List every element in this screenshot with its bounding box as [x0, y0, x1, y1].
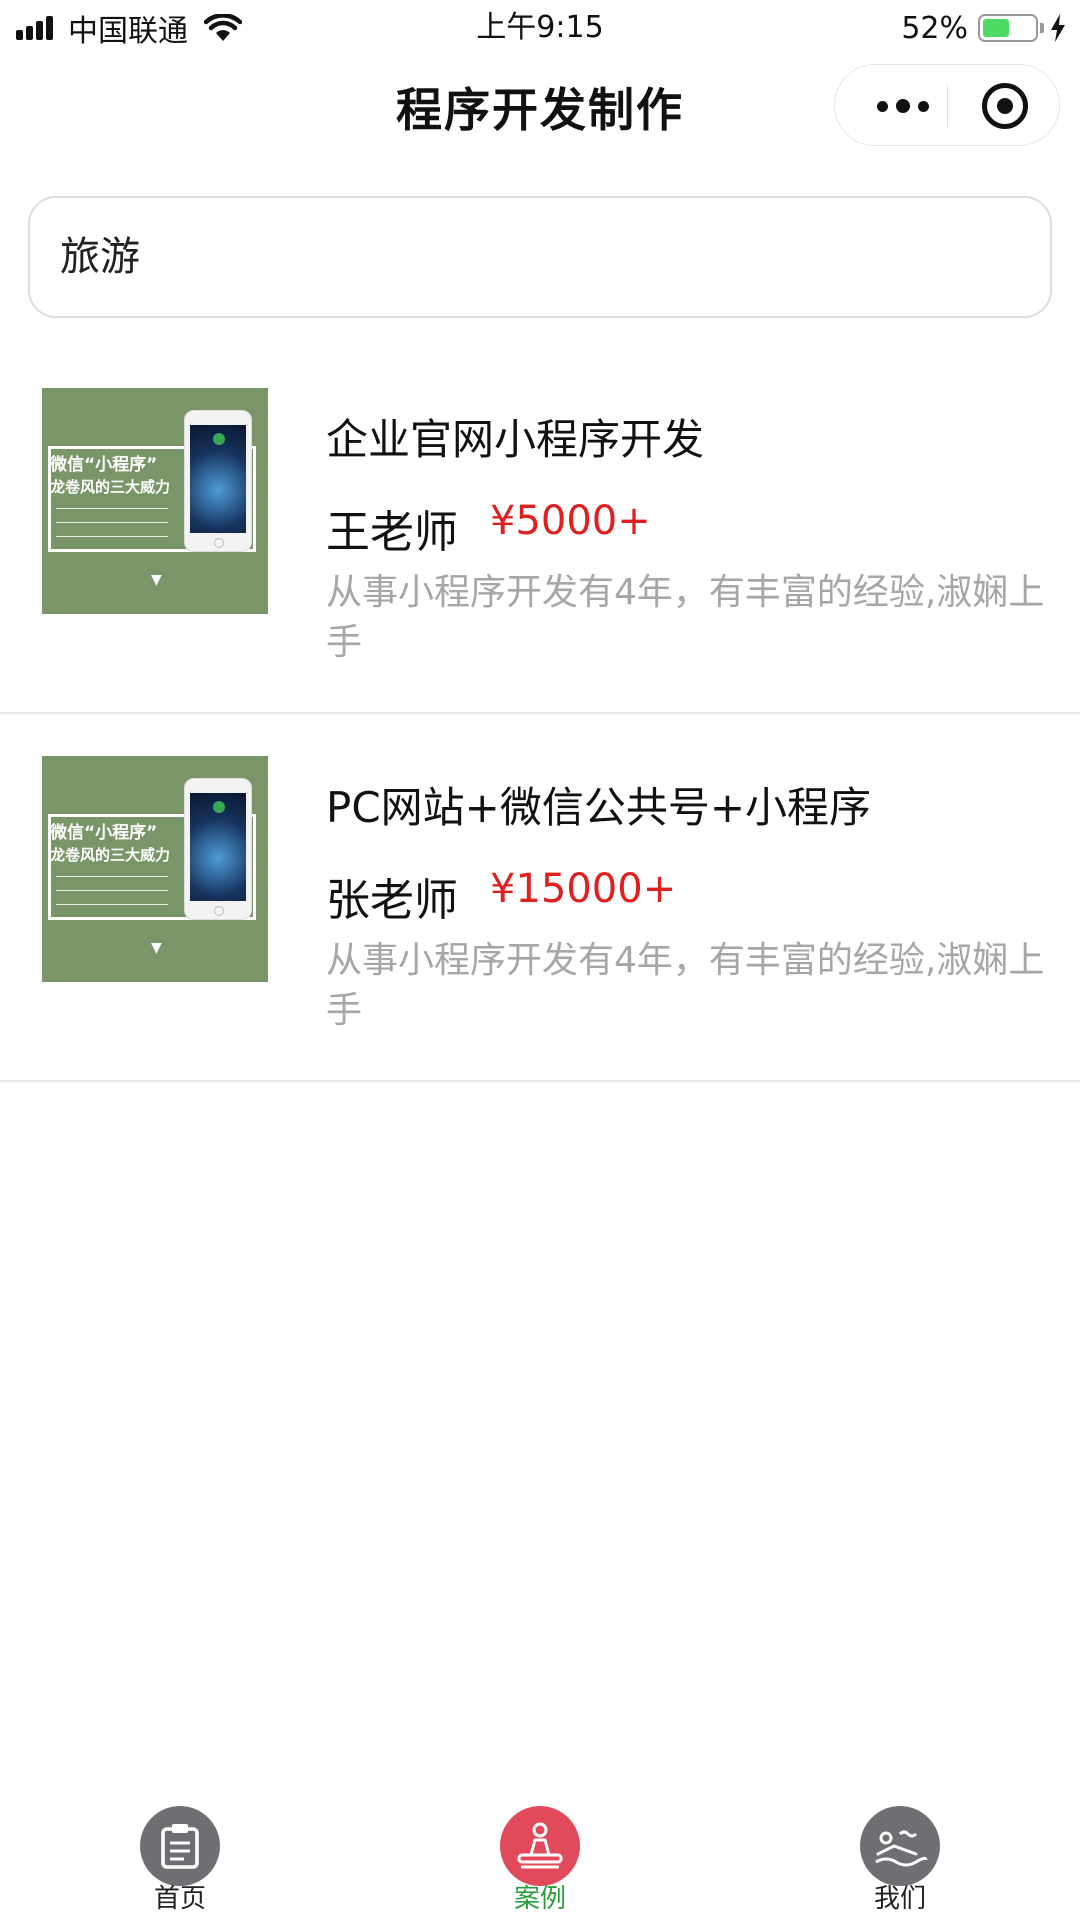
phone-image — [184, 410, 252, 552]
capsule-menu — [834, 64, 1060, 146]
tab-label: 我们 — [873, 1884, 926, 1914]
battery-icon — [978, 14, 1038, 42]
triangle-down-icon: ▼ — [151, 940, 162, 956]
item-title: PC网站+微信公共号+小程序 — [326, 783, 872, 832]
capsule-divider — [947, 85, 948, 127]
item-description: 从事小程序开发有4年，有丰富的经验,淑娴上手 — [326, 940, 1045, 1031]
battery-fill — [983, 19, 1009, 37]
thumbnail-line2: 龙卷风的三大威力 — [50, 478, 171, 496]
more-icon[interactable] — [863, 65, 943, 147]
thumbnail-line2: 龙卷风的三大威力 — [50, 846, 171, 864]
spa-icon — [860, 1806, 940, 1886]
item-description: 从事小程序开发有4年，有丰富的经验,淑娴上手 — [326, 572, 1045, 663]
thumbnail-line1: 微信“小程序” — [50, 823, 158, 843]
status-right: 52% — [901, 8, 1066, 48]
tab-label: 案例 — [513, 1884, 566, 1914]
item-teacher: 张老师 — [326, 875, 458, 926]
battery-cap — [1040, 23, 1044, 33]
item-teacher: 王老师 — [326, 507, 458, 558]
clipboard-icon — [140, 1806, 220, 1886]
phone-image — [184, 778, 252, 920]
close-icon[interactable] — [965, 65, 1045, 147]
tab-about-us[interactable]: 我们 — [820, 1806, 980, 1920]
triangle-down-icon: ▼ — [151, 572, 162, 588]
search-input[interactable]: 旅游 — [28, 196, 1052, 318]
search-value: 旅游 — [60, 234, 140, 280]
charging-icon — [1051, 14, 1065, 42]
status-bar: 中国联通 上午9:15 52% — [0, 0, 1080, 56]
nav-bar: 程序开发制作 — [0, 56, 1080, 154]
item-price: ¥5000+ — [490, 498, 651, 544]
tab-label: 首页 — [153, 1884, 206, 1914]
list-item[interactable]: 微信“小程序” 龙卷风的三大威力 ▼ 企业官网小程序开发 王老师 ¥5000+ … — [0, 346, 1080, 714]
battery-percent: 52% — [901, 10, 968, 46]
item-thumbnail: 微信“小程序” 龙卷风的三大威力 ▼ — [42, 388, 268, 614]
massage-icon — [500, 1806, 580, 1886]
item-price: ¥15000+ — [490, 866, 677, 912]
tab-home[interactable]: 首页 — [100, 1806, 260, 1920]
tab-cases[interactable]: 案例 — [460, 1806, 620, 1920]
list-item[interactable]: 微信“小程序” 龙卷风的三大威力 ▼ PC网站+微信公共号+小程序 张老师 ¥1… — [0, 714, 1080, 1082]
item-thumbnail: 微信“小程序” 龙卷风的三大威力 ▼ — [42, 756, 268, 982]
thumbnail-line1: 微信“小程序” — [50, 455, 158, 475]
item-title: 企业官网小程序开发 — [326, 415, 705, 464]
tab-bar: 首页 案例 我们 — [0, 1792, 1080, 1920]
